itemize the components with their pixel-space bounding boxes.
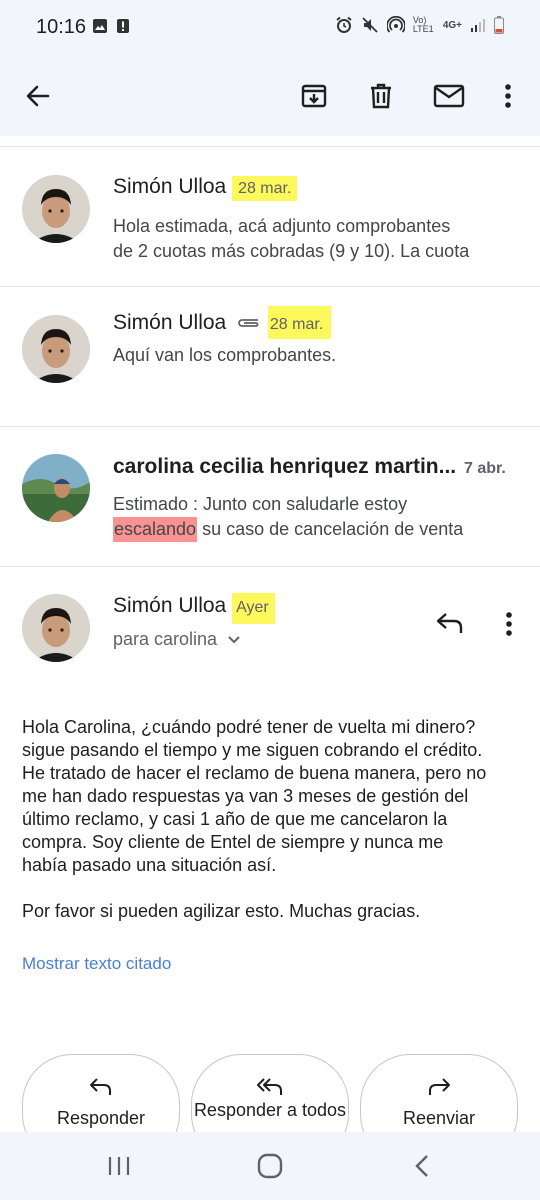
avatar (22, 175, 90, 243)
message-date: Ayer (232, 593, 275, 624)
reply-all-icon (257, 1078, 282, 1095)
image-icon (93, 19, 107, 33)
sender-name: Simón Ulloa 28 mar. (113, 306, 332, 339)
collapsed-message[interactable]: carolina cecilia henriquez martin... 7 a… (0, 427, 540, 567)
message-more-button[interactable] (494, 607, 524, 641)
sender-name: carolina cecilia henriquez martin... 7 a… (113, 455, 523, 479)
more-vert-icon (505, 84, 511, 108)
network-label: Vo) LTE1 (412, 15, 434, 34)
home-button[interactable] (250, 1150, 290, 1182)
system-back-button[interactable] (402, 1150, 442, 1182)
system-nav-bar (0, 1132, 540, 1200)
network-type: 4G+ (442, 19, 462, 31)
avatar (22, 454, 90, 522)
message-snippet: Hola estimada, acá adjunto comprobantes … (113, 216, 470, 261)
status-left-icons (92, 18, 130, 34)
open-message-header: Simón Ulloa Ayer para carolina (0, 567, 540, 687)
back-arrow-icon (26, 85, 50, 107)
hotspot-icon (386, 16, 405, 33)
status-bar: 10:16 Vo) LTE1 4G+ (0, 0, 540, 56)
reply-button[interactable] (430, 605, 470, 641)
message-body: Hola Carolina, ¿cuándo podré tener de vu… (22, 716, 522, 923)
status-right-icons: Vo) LTE1 4G+ (335, 16, 504, 34)
reply-icon (436, 613, 463, 633)
conversation-view: Simón Ulloa 28 mar. Hola estimada, acá a… (0, 136, 540, 1132)
forward-icon (429, 1078, 450, 1095)
avatar (22, 315, 90, 383)
mute-icon (362, 17, 378, 33)
archive-icon (301, 84, 327, 108)
message-date: 7 abr. (463, 460, 506, 477)
message-snippet: Estimado : Junto con saludarle estoy esc… (113, 492, 513, 542)
mark-unread-button[interactable] (423, 70, 475, 122)
more-options-button[interactable] (482, 70, 534, 122)
archive-button[interactable] (288, 70, 340, 122)
collapsed-message[interactable]: Simón Ulloa 28 mar. Hola estimada, acá a… (0, 147, 540, 287)
delete-icon (371, 83, 391, 109)
message-date: 28 mar. (267, 306, 332, 339)
toolbar (0, 56, 540, 136)
body-paragraph: Hola Carolina, ¿cuándo podré tener de vu… (22, 717, 487, 875)
status-time: 10:16 (36, 16, 87, 38)
battery-icon (494, 16, 504, 34)
forward-label: Reenviar (402, 1108, 476, 1128)
message-snippet: Aquí van los comprobantes. (113, 345, 337, 365)
chevron-down-icon (228, 635, 240, 643)
show-quoted-text-link[interactable]: Mostrar texto citado (22, 954, 171, 974)
attachment-icon (238, 319, 259, 328)
mark-unread-icon (433, 84, 465, 108)
recent-apps-button[interactable] (99, 1150, 139, 1182)
reply-icon (90, 1078, 111, 1095)
highlighted-word: escalando (113, 517, 198, 542)
signal-icon (471, 19, 485, 32)
body-paragraph: Por favor si pueden agilizar esto. Mucha… (22, 901, 421, 921)
sender-name: Simón Ulloa Ayer (113, 593, 275, 624)
chevron-left-icon (415, 1155, 428, 1177)
message-date: 28 mar. (232, 176, 298, 201)
reply-label: Responder (56, 1108, 146, 1128)
sender-name: Simón Ulloa 28 mar. (113, 175, 298, 201)
alert-icon (117, 19, 129, 33)
delete-button[interactable] (355, 70, 407, 122)
recents-icon (108, 1157, 130, 1175)
collapsed-message[interactable]: Simón Ulloa 28 mar. Aquí van los comprob… (0, 287, 540, 427)
reply-all-label: Responder a todos (193, 1100, 347, 1120)
back-button[interactable] (12, 70, 64, 122)
alarm-icon (336, 16, 352, 33)
recipient-dropdown[interactable]: para carolina (113, 629, 241, 650)
avatar (22, 594, 90, 662)
more-vert-icon (506, 612, 512, 636)
home-icon (257, 1153, 283, 1179)
